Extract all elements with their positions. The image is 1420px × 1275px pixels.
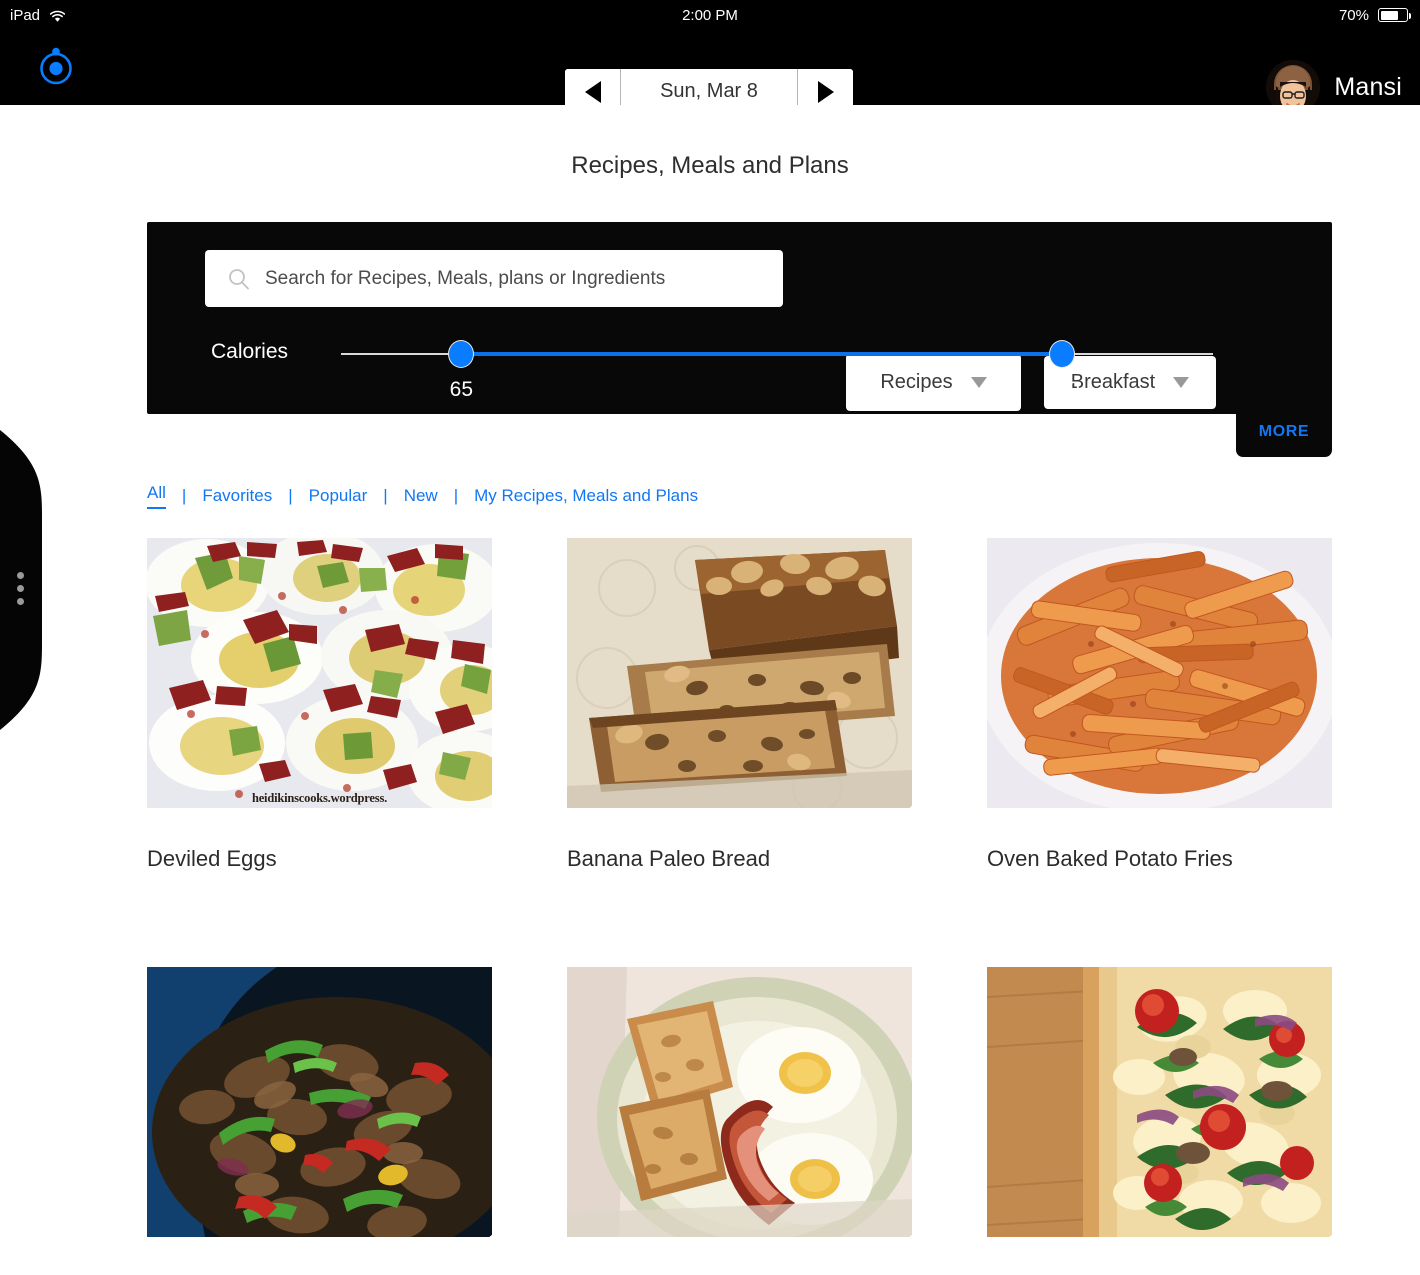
slider-min-handle[interactable] xyxy=(448,340,475,368)
calories-range-slider[interactable]: 65 800 xyxy=(341,340,1213,401)
battery-percent-label: 70% xyxy=(1338,6,1369,24)
more-filters-label: MORE xyxy=(1258,423,1310,440)
search-input[interactable]: Search for Recipes, Meals, plans or Ingr… xyxy=(205,250,783,307)
more-filters-button[interactable]: MORE xyxy=(1236,407,1332,457)
search-placeholder: Search for Recipes, Meals, plans or Ingr… xyxy=(265,267,666,289)
recipe-card[interactable]: heidikinscooks.wordpress. Deviled Eggs xyxy=(147,538,492,872)
calories-label: Calories xyxy=(211,340,289,363)
battery-icon xyxy=(1378,8,1411,22)
favorite-heart-icon[interactable] xyxy=(854,786,912,808)
status-bar-right: 70% xyxy=(1338,6,1411,24)
triangle-left-icon xyxy=(584,80,601,103)
status-bar: iPad 2:00 PM 70% xyxy=(0,0,1420,30)
recipe-card[interactable]: Banana Paleo Bread xyxy=(567,538,912,872)
tab-my-recipes[interactable]: My Recipes, Meals and Plans xyxy=(474,486,698,506)
slider-min-value: 65 xyxy=(449,378,473,401)
tab-separator: | xyxy=(383,486,388,505)
recipe-image[interactable] xyxy=(567,967,912,1237)
recipe-title: Oven Baked Potato Fries xyxy=(987,846,1233,871)
favorite-heart-icon[interactable] xyxy=(1274,786,1316,808)
slider-max-handle[interactable] xyxy=(1049,340,1076,368)
profile-name: Mansi xyxy=(1334,72,1402,101)
recipe-image[interactable] xyxy=(147,967,492,1237)
slider-max-value: 800 xyxy=(1044,378,1080,401)
recipe-filter-tabs: All | Favorites | Popular | New | My Rec… xyxy=(147,483,698,509)
side-drawer-handle[interactable] xyxy=(0,430,48,730)
favorite-heart-icon[interactable] xyxy=(854,1215,912,1237)
tab-all[interactable]: All xyxy=(147,483,166,509)
search-icon xyxy=(227,267,251,291)
recipe-card[interactable]: Oven Baked Potato Fries xyxy=(987,538,1332,872)
recipe-image[interactable] xyxy=(987,538,1332,808)
favorite-heart-icon[interactable] xyxy=(1274,1215,1332,1237)
app-navigation-bar: Sun, Mar 8 Mansi xyxy=(0,30,1420,114)
favorite-heart-icon[interactable] xyxy=(434,786,492,808)
recipe-title: Banana Paleo Bread xyxy=(567,846,771,871)
recipe-image[interactable]: heidikinscooks.wordpress. xyxy=(147,538,492,808)
page-content: Recipes, Meals and Plans Search for Reci… xyxy=(0,105,1420,1237)
image-watermark: heidikinscooks.wordpress. xyxy=(251,791,388,805)
tab-separator: | xyxy=(181,486,187,505)
recipe-title: Deviled Eggs xyxy=(147,846,277,871)
calories-filter: Calories 65 800 xyxy=(147,330,1332,410)
tab-separator: | xyxy=(288,486,293,505)
page-title: Recipes, Meals and Plans xyxy=(571,152,849,179)
tab-favorites[interactable]: Favorites xyxy=(202,486,272,506)
recipe-image[interactable] xyxy=(567,538,912,808)
recipe-card[interactable] xyxy=(147,967,492,1275)
favorite-heart-icon[interactable] xyxy=(434,1215,492,1237)
recipe-grid: heidikinscooks.wordpress. Deviled Eggs B… xyxy=(147,538,1332,1275)
tab-popular[interactable]: Popular xyxy=(309,486,368,506)
status-bar-time: 2:00 PM xyxy=(682,6,738,24)
tab-separator: | xyxy=(453,486,459,505)
search-filter-panel: Search for Recipes, Meals, plans or Ingr… xyxy=(147,222,1332,414)
triangle-right-icon xyxy=(817,80,834,103)
recipe-card[interactable] xyxy=(987,967,1332,1275)
recipe-card[interactable] xyxy=(567,967,912,1275)
slider-selected-range xyxy=(461,352,1063,356)
ionic-logo-icon[interactable] xyxy=(36,47,76,87)
tab-new[interactable]: New xyxy=(404,486,438,506)
recipe-image[interactable] xyxy=(987,967,1332,1237)
drag-handle-dots-icon xyxy=(17,572,24,605)
